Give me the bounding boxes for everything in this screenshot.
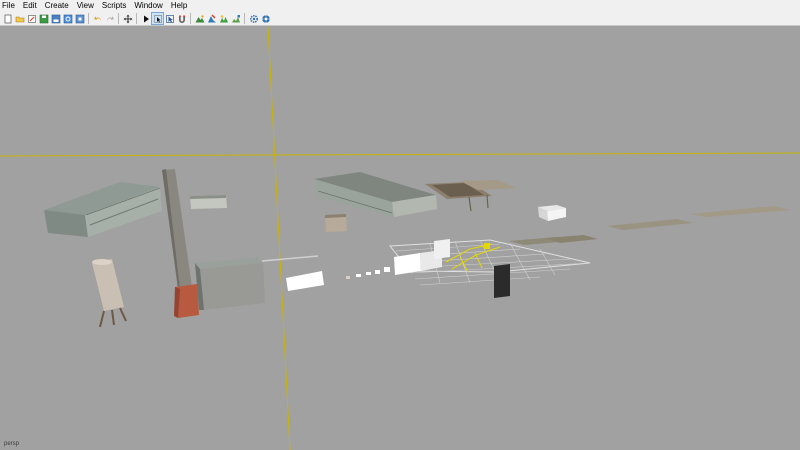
save-icon[interactable] [38,13,49,24]
toolbar-separator [118,13,119,24]
menu-help[interactable]: Help [167,0,191,12]
play-icon[interactable] [140,13,151,24]
settings-icon[interactable] [248,13,259,24]
yard-pit[interactable] [425,180,516,199]
small-building[interactable] [190,195,227,209]
open-icon[interactable] [14,13,25,24]
menu-view[interactable]: View [73,0,98,12]
paint-icon[interactable] [206,13,217,24]
foliage-icon[interactable] [218,13,229,24]
toolbar-separator [136,13,137,24]
small-boxes-row[interactable] [346,267,390,279]
chimney[interactable] [162,169,199,318]
yellow-gizmo[interactable] [445,243,501,273]
redo-icon[interactable] [104,13,115,24]
terrain-icon[interactable] [194,13,205,24]
post[interactable] [468,196,472,212]
viewport-camera-label: persp [4,441,20,447]
undo-icon[interactable] [92,13,103,24]
menu-file[interactable]: File [0,0,19,12]
pipe-line[interactable] [261,255,319,262]
menu-scripts[interactable]: Scripts [98,0,130,12]
horizon-axis-line [0,152,800,157]
post[interactable] [486,194,489,209]
magnet-icon[interactable] [176,13,187,24]
toolbar-separator [244,13,245,24]
3d-viewport[interactable]: persp [0,27,800,450]
silo-tank[interactable] [92,259,127,328]
decal-icon[interactable] [230,13,241,24]
reload-icon[interactable] [62,13,73,24]
toolbar-separator [190,13,191,24]
move-icon[interactable] [122,13,133,24]
editor-window: File Edit Create View Scripts Window Hel… [0,0,800,450]
white-block[interactable] [286,271,324,291]
new-scene-icon[interactable] [2,13,13,24]
gizmo-handle[interactable] [484,243,490,249]
menu-create[interactable]: Create [41,0,73,12]
cursor-icon[interactable] [164,13,175,24]
scene-canvas[interactable] [0,27,800,450]
kiosk[interactable] [325,214,347,232]
save-all-icon[interactable] [50,13,61,24]
boiler-house[interactable] [195,257,265,310]
menu-bar: File Edit Create View Scripts Window Hel… [0,0,800,12]
select-icon[interactable] [151,12,164,25]
toolbar [0,12,800,26]
menu-edit[interactable]: Edit [19,0,41,12]
edit-icon[interactable] [26,13,37,24]
dark-panel[interactable] [494,264,510,298]
main-warehouse[interactable] [314,172,437,217]
menu-window[interactable]: Window [130,0,166,12]
world-icon[interactable] [260,13,271,24]
warehouse-building-left[interactable] [44,182,162,237]
vertical-axis-line [267,27,291,450]
stop-icon[interactable] [74,13,85,24]
white-cube[interactable] [538,205,566,221]
toolbar-separator [88,13,89,24]
